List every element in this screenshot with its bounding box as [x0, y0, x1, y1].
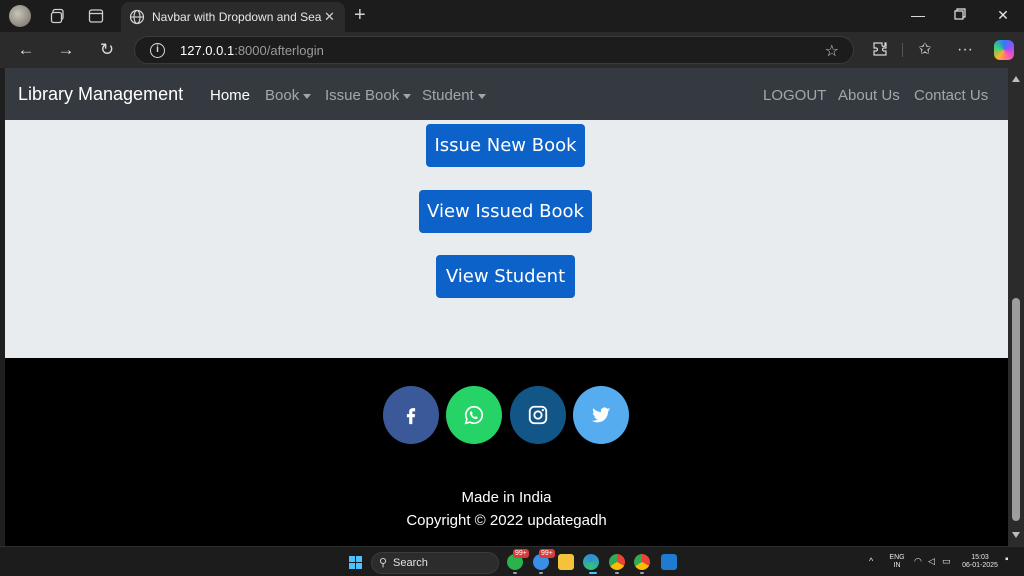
nav-item-about-us[interactable]: About Us: [838, 87, 900, 104]
tab-title: Navbar with Dropdown and Search: [152, 10, 322, 24]
close-window-icon[interactable]: ✕: [993, 7, 1013, 24]
nav-item-contact-us[interactable]: Contact Us: [914, 87, 988, 104]
address-bar[interactable]: i 127.0.0.1:8000/afterlogin ☆: [134, 36, 854, 64]
battery-icon[interactable]: ▭: [942, 557, 951, 566]
globe-icon: [129, 9, 145, 25]
profile-avatar[interactable]: [9, 5, 31, 27]
view-issued-book-button[interactable]: View Issued Book: [419, 190, 592, 233]
chevron-down-icon: [403, 93, 412, 99]
edge-browser-icon[interactable]: [583, 554, 599, 570]
nav-item-issue-book[interactable]: Issue Book: [325, 87, 412, 104]
show-hidden-icons[interactable]: ^: [869, 557, 873, 566]
wifi-icon[interactable]: ◠: [914, 557, 922, 566]
nav-item-book[interactable]: Book: [265, 87, 312, 104]
close-tab-icon[interactable]: ✕: [324, 9, 335, 25]
scroll-down-icon[interactable]: [1012, 532, 1020, 538]
issue-new-book-button[interactable]: Issue New Book: [426, 124, 585, 167]
taskbar-search[interactable]: ⚲ Search: [371, 552, 499, 574]
workspaces-icon[interactable]: [50, 8, 66, 24]
nav-item-home[interactable]: Home: [210, 87, 250, 104]
favorite-star-icon[interactable]: ☆: [825, 41, 839, 61]
search-icon: ⚲: [379, 557, 388, 569]
browser-tab-active[interactable]: Navbar with Dropdown and Search ✕: [121, 2, 345, 32]
browser-toolbar: ← → ↻ i 127.0.0.1:8000/afterlogin ☆ ✩ ··…: [0, 32, 1024, 68]
page-viewport: Library Management Home Book Issue Book …: [5, 68, 1008, 546]
scrollbar-thumb[interactable]: [1012, 298, 1020, 521]
footer-made-in: Made in India: [461, 489, 552, 506]
site-info-icon[interactable]: i: [150, 43, 165, 58]
language-indicator[interactable]: ENG IN: [886, 554, 908, 570]
whatsapp-icon[interactable]: [446, 386, 502, 444]
screen: Navbar with Dropdown and Search ✕ + — ✕ …: [0, 0, 1024, 576]
instagram-icon[interactable]: [510, 386, 566, 444]
browser-tab-strip: Navbar with Dropdown and Search ✕ + — ✕: [0, 0, 1024, 32]
extensions-icon[interactable]: [870, 41, 890, 61]
chevron-down-icon: [477, 93, 486, 99]
file-explorer-icon[interactable]: [558, 554, 574, 570]
footer-copyright: Copyright © 2022 updategadh: [406, 512, 607, 529]
volume-icon[interactable]: ◁: [928, 557, 935, 566]
chevron-down-icon: [303, 93, 312, 99]
new-tab-icon[interactable]: +: [354, 5, 366, 25]
copilot-icon[interactable]: [994, 40, 1014, 60]
notification-icon[interactable]: ▪: [1005, 555, 1009, 565]
chrome-profile-app-icon[interactable]: 99+: [533, 549, 555, 570]
url-text[interactable]: 127.0.0.1:8000/afterlogin: [180, 43, 324, 58]
more-menu-icon[interactable]: ···: [955, 41, 975, 58]
vertical-tabs-icon[interactable]: [88, 8, 104, 24]
back-icon[interactable]: ←: [16, 41, 36, 58]
view-student-button[interactable]: View Student: [436, 255, 575, 298]
forward-icon[interactable]: →: [56, 41, 76, 58]
minimize-icon[interactable]: —: [908, 7, 928, 23]
twitter-icon[interactable]: [573, 386, 629, 444]
site-navbar: Library Management Home Book Issue Book …: [5, 68, 1008, 120]
nav-item-logout[interactable]: LOGOUT: [763, 87, 826, 104]
vscode-icon[interactable]: [661, 554, 677, 570]
chrome-icon[interactable]: [609, 554, 625, 570]
windows-taskbar: ⚲ Search 99+ 99+ ^ ENG IN ◠ ◁ ▭ 15:03 06-0…: [0, 546, 1024, 576]
favorites-icon[interactable]: ✩: [915, 41, 935, 58]
whatsapp-app-icon[interactable]: 99+: [507, 549, 529, 570]
start-windows-icon[interactable]: [349, 556, 362, 569]
chrome-profile-2-icon[interactable]: [634, 554, 650, 570]
refresh-icon[interactable]: ↻: [97, 41, 117, 58]
navbar-brand[interactable]: Library Management: [18, 84, 183, 105]
facebook-icon[interactable]: [383, 386, 439, 444]
scroll-up-icon[interactable]: [1012, 76, 1020, 82]
restore-icon[interactable]: [950, 7, 970, 23]
clock[interactable]: 15:03 06-01-2025: [958, 554, 1002, 570]
page-scrollbar[interactable]: [1008, 68, 1024, 546]
site-footer: Made in India Copyright © 2022 updategad…: [5, 358, 1008, 546]
nav-item-student[interactable]: Student: [422, 87, 486, 104]
toolbar-divider: [902, 43, 903, 57]
